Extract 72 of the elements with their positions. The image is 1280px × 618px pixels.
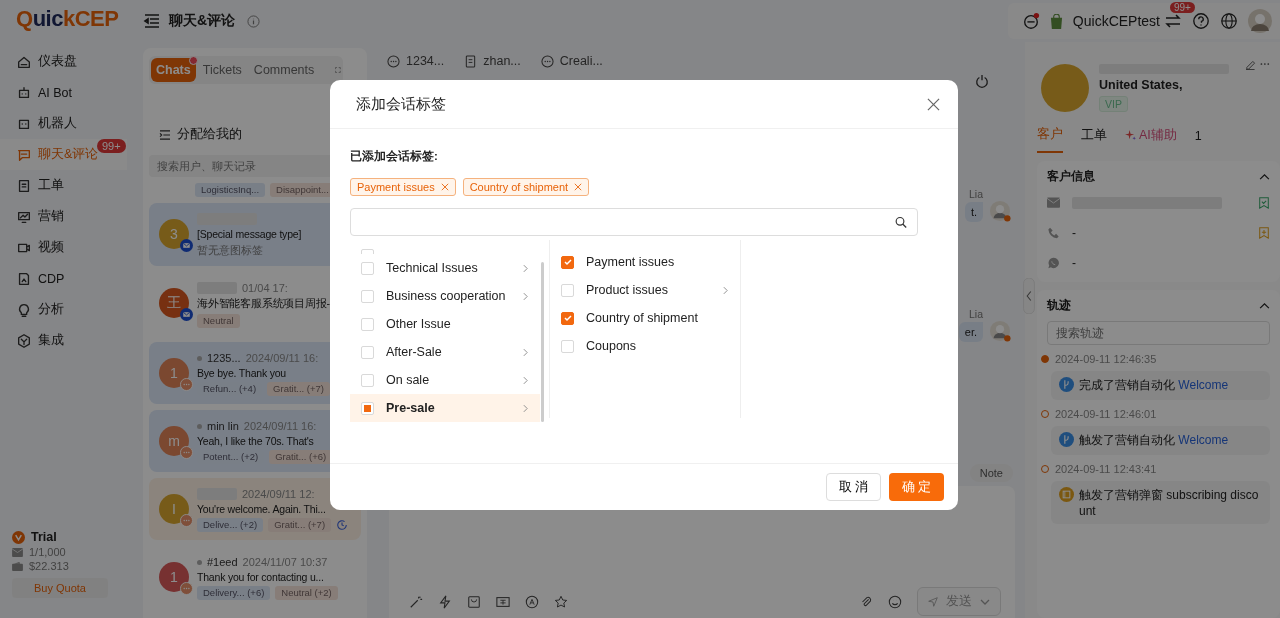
page-title: 聊天&评论 [169, 12, 236, 30]
nav-label: 营销 [38, 208, 64, 225]
contact-name: #1eed [207, 556, 238, 568]
event-time: 2024-09-11 12:43:41 [1055, 463, 1157, 475]
nav-label: 集成 [38, 332, 64, 349]
message-preview: Yeah, I like the 70s. That's [197, 435, 315, 447]
option-label: Coupons [586, 339, 637, 353]
count-badge: 99+ [97, 139, 126, 153]
message-preview: Thank you for contacting u... [197, 571, 325, 583]
option-label: Business cooperation [386, 289, 506, 303]
contact-name: 1235... [207, 352, 241, 364]
tag: Delive... (+2) [197, 518, 264, 532]
event-time: 2024-09-11 12:46:01 [1055, 408, 1157, 420]
tag: Neutral [197, 314, 240, 328]
tag: LogisticsInq... [195, 183, 266, 197]
nav-label: 聊天&评论 [38, 146, 99, 163]
message-bubble: er. [958, 322, 983, 342]
message-preview: [Special message type] [197, 228, 302, 240]
option-label: Country of shipment [586, 311, 698, 325]
sender-name: Lia [969, 188, 983, 200]
quota-text: 1/1,000 [29, 546, 66, 558]
message-time: 2024/09/11 12: [242, 488, 315, 500]
tag: Delivery... (+6) [197, 586, 271, 600]
section-title: 轨迹 [1047, 298, 1071, 313]
event-text: 触发了营销自动化 Welcome [1079, 432, 1229, 449]
message-preview: You're welcome. Again. Thi... [197, 503, 327, 515]
nav-label: 仪表盘 [38, 53, 77, 70]
event-text: 触发了营销弹窗 subscribing discount [1079, 487, 1260, 518]
event-time: 2024-09-11 12:46:35 [1055, 353, 1157, 365]
message-time: 2024/09/11 16: [243, 420, 317, 432]
nav-label: CDP [38, 271, 65, 286]
message-preview: Bye bye. Thank you [197, 367, 287, 379]
tag: Gratit... (+7) [268, 518, 332, 532]
option-label: After-Sale [386, 345, 442, 359]
tab-label: Creali... [559, 54, 603, 68]
vip-tag: VIP [1099, 96, 1128, 112]
phone-value: - [1072, 226, 1076, 240]
option-label: Product issues [586, 283, 668, 297]
tag-chip: Payment issues [350, 178, 456, 196]
logo: QuickCEP [15, 6, 120, 33]
nav-label: 视频 [38, 239, 64, 256]
tag: Gratit... (+7) [267, 382, 331, 396]
option-label: On sale [386, 373, 430, 387]
nav-label: 工单 [38, 177, 64, 194]
option-label: Other Issue [386, 317, 451, 331]
whatsapp-value: - [1072, 256, 1076, 270]
plan-name: Trial [31, 530, 57, 544]
contact-name: min lin [207, 420, 239, 432]
intent-note: 暂无意图标签 [197, 243, 264, 258]
count-badge: 99+ [1170, 2, 1195, 13]
tab-label: zhan... [483, 54, 521, 68]
option-label: Pre-sale [386, 401, 435, 415]
event-text: 完成了营销自动化 Welcome [1079, 377, 1229, 394]
tag: Gratit... (+6) [269, 450, 333, 464]
option-label: Payment issues [586, 255, 675, 269]
tag-chip: Country of shipment [462, 178, 590, 196]
nav-label: AI Bot [38, 85, 73, 100]
dialog-title: 添加会话标签 [356, 94, 446, 114]
tab-label: 1234... [406, 54, 445, 68]
message-bubble: t. [964, 202, 983, 222]
nav-label: 机器人 [38, 115, 77, 132]
customer-location: United States, [1099, 78, 1183, 92]
tag: Neutral (+2) [275, 586, 338, 600]
section-title: 客户信息 [1047, 169, 1095, 184]
message-time: 2024/09/11 16: [245, 352, 319, 364]
message-time: 2024/11/07 10:37 [242, 556, 328, 568]
balance-text: $22.313 [29, 560, 69, 572]
option-label: Technical Issues [386, 261, 478, 275]
message-time: 01/04 17: [242, 282, 288, 294]
sender-name: Lia [969, 308, 983, 320]
message-preview: 海外智能客服系统项目周报- [197, 297, 330, 311]
nav-label: 分析 [38, 301, 64, 318]
